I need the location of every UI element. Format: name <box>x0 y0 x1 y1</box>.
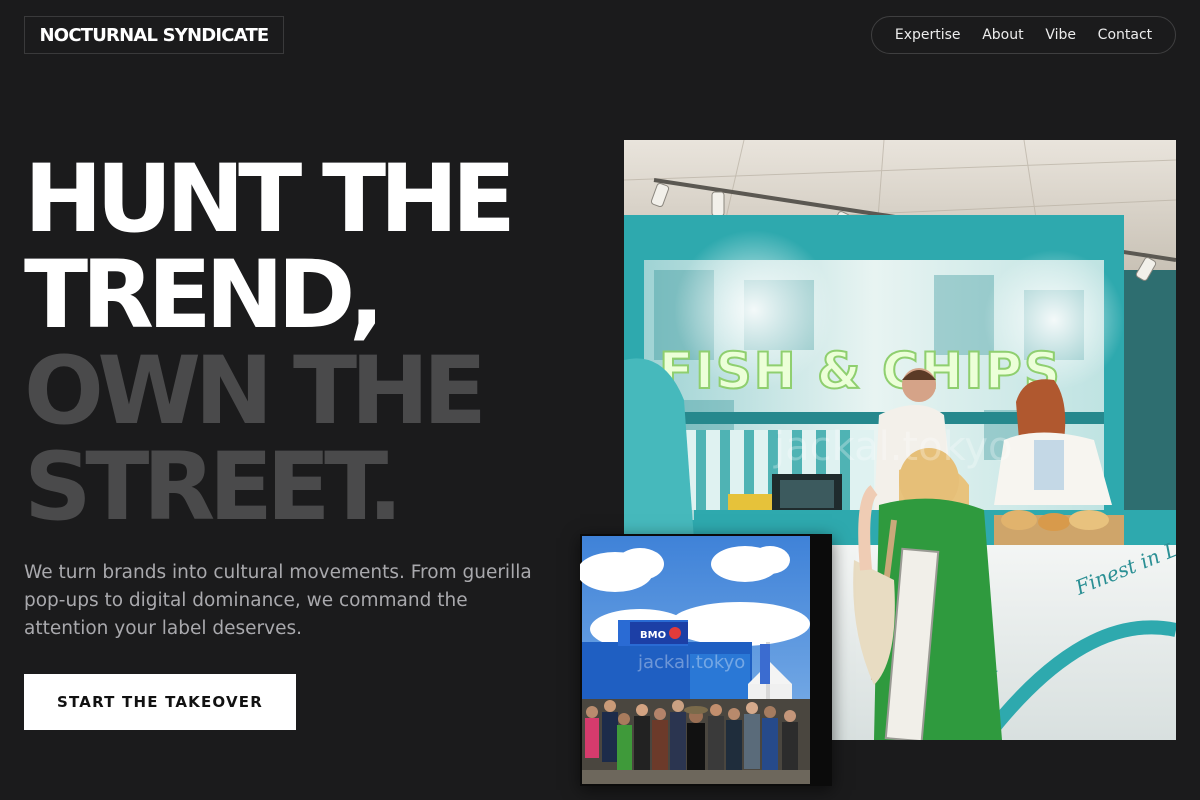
brand-logo[interactable]: NOCTURNAL SYNDICATE <box>24 16 284 54</box>
festival-crowd-illustration: BMO jackal.tokyo <box>580 534 832 786</box>
fish-and-chips-sign: FISH & CHIPS <box>659 342 1062 400</box>
main-nav: Expertise About Vibe Contact <box>871 16 1176 54</box>
start-takeover-button[interactable]: START THE TAKEOVER <box>24 674 296 730</box>
nav-link-contact[interactable]: Contact <box>1098 27 1152 43</box>
hero-description: We turn brands into cultural movements. … <box>24 562 532 639</box>
main-photo-watermark: jackal.tokyo <box>773 424 1012 470</box>
headline-line-4: STREET. <box>24 433 403 542</box>
bmo-banner: BMO <box>640 630 666 641</box>
headline-line-2: TREND, <box>24 241 385 350</box>
festival-crowd-photo: BMO jackal.tokyo <box>580 534 832 786</box>
inset-photo-watermark: jackal.tokyo <box>637 652 745 673</box>
nav-link-vibe[interactable]: Vibe <box>1045 27 1076 43</box>
nav-link-expertise[interactable]: Expertise <box>895 27 961 43</box>
headline-line-1: HUNT THE <box>24 145 516 254</box>
nav-link-about[interactable]: About <box>982 27 1023 43</box>
headline-line-3: OWN THE <box>24 337 487 446</box>
hero-headline: HUNT THE TREND, OWN THE STREET. <box>24 145 516 542</box>
